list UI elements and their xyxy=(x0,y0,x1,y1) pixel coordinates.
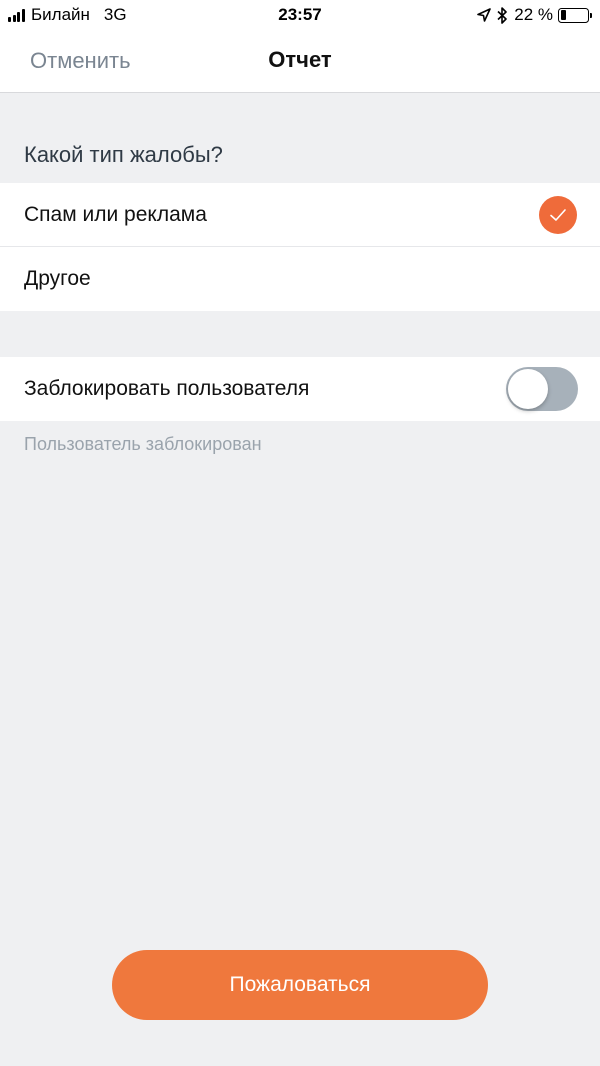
status-bar: Билайн 3G 23:57 22 % xyxy=(0,0,600,30)
block-user-note: Пользователь заблокирован xyxy=(24,434,262,454)
report-button[interactable]: Пожаловаться xyxy=(112,950,488,1020)
option-spam-label: Спам или реклама xyxy=(24,203,207,226)
battery-percent: 22 % xyxy=(514,5,553,24)
navigation-bar: Отменить Отчет xyxy=(0,30,600,93)
toggle-knob xyxy=(508,369,548,409)
location-arrow-icon xyxy=(477,8,492,22)
block-user-toggle[interactable] xyxy=(506,367,578,411)
block-user-row: Заблокировать пользователя xyxy=(0,357,600,421)
status-right: 22 % xyxy=(477,5,592,25)
battery-fill xyxy=(560,10,567,20)
cancel-button[interactable]: Отменить xyxy=(30,48,131,74)
block-user-label: Заблокировать пользователя xyxy=(24,377,310,400)
bluetooth-icon xyxy=(497,6,508,24)
battery-icon xyxy=(558,7,592,23)
option-spam[interactable]: Спам или реклама xyxy=(0,183,600,247)
checkmark-icon xyxy=(539,196,577,234)
option-other-label: Другое xyxy=(24,267,91,290)
complaint-type-header: Какой тип жалобы? xyxy=(24,142,223,167)
option-other[interactable]: Другое xyxy=(0,247,600,311)
